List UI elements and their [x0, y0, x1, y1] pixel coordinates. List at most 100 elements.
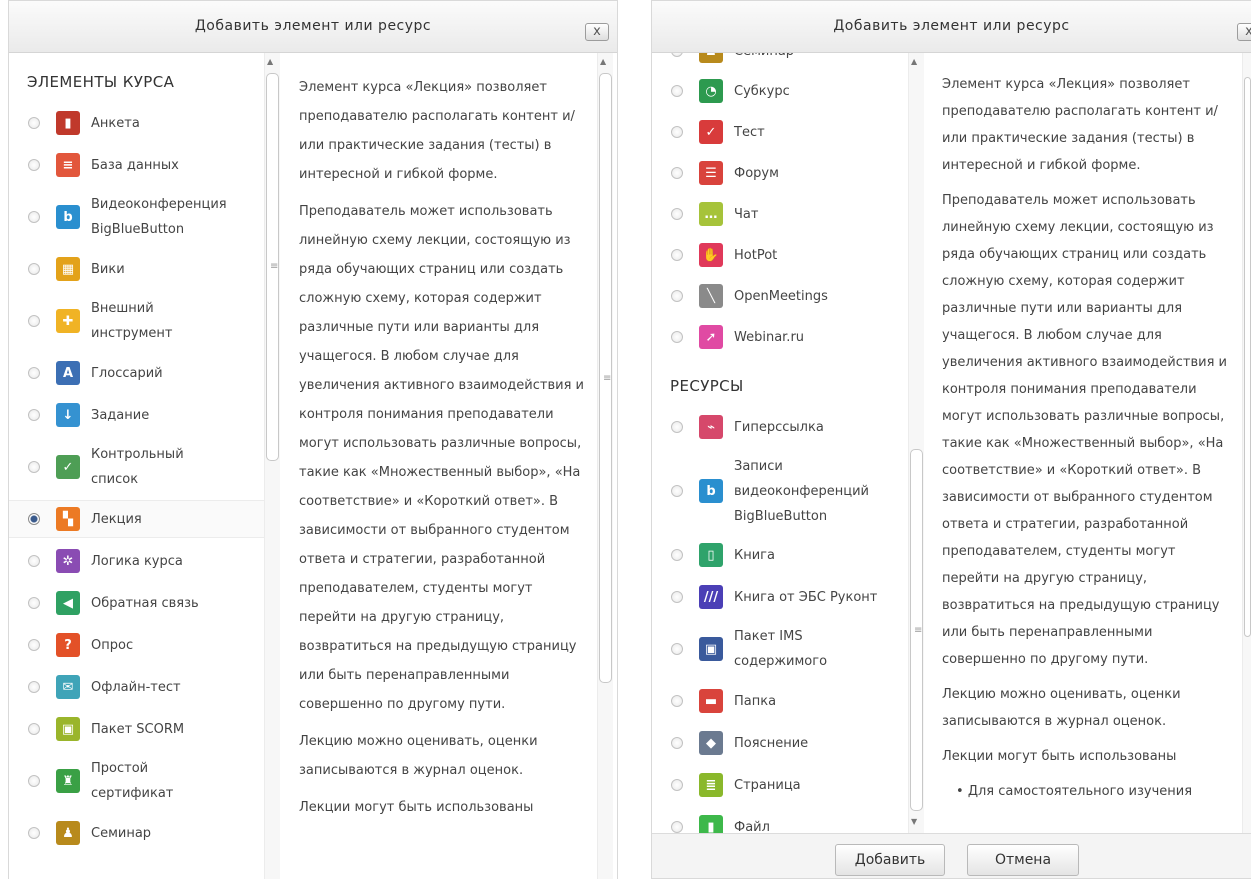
- description-scrollbar[interactable]: [1242, 53, 1251, 833]
- option-radio[interactable]: [671, 53, 683, 57]
- option-radio[interactable]: [28, 211, 40, 223]
- option-radio[interactable]: [28, 827, 40, 839]
- option-radio[interactable]: [671, 331, 683, 343]
- option-radio[interactable]: [28, 367, 40, 379]
- scroll-up-arrow[interactable]: ▲: [911, 57, 917, 66]
- chart-icon: ▮: [56, 111, 80, 135]
- option-radio[interactable]: [671, 290, 683, 302]
- option-item[interactable]: ▦ Вики: [9, 251, 264, 287]
- option-item[interactable]: ▮ Анкета: [9, 105, 264, 141]
- option-item[interactable]: ✓ Контрольный список: [9, 439, 264, 495]
- option-item[interactable]: ⌁ Гиперссылка: [652, 409, 907, 445]
- add-activity-dialog-left: Добавить элемент или ресурс x ЭЛЕМЕНТЫ К…: [8, 0, 618, 879]
- dialog-header: Добавить элемент или ресурс x: [9, 1, 617, 53]
- option-item[interactable]: A Глоссарий: [9, 355, 264, 391]
- option-label: Задание: [91, 407, 150, 423]
- options-scrollbar[interactable]: ▲ ≡: [264, 53, 280, 879]
- option-item[interactable]: ☰ Форум: [652, 155, 907, 191]
- add-button[interactable]: Добавить: [835, 844, 945, 876]
- close-button[interactable]: x: [585, 23, 609, 41]
- option-item[interactable]: ✲ Логика курса: [9, 543, 264, 579]
- option-radio[interactable]: [671, 549, 683, 561]
- puzzle-icon: ✚: [56, 309, 80, 333]
- option-item[interactable]: ♜ Простой сертификат: [9, 753, 264, 809]
- description-scroll-thumb[interactable]: ≡: [599, 73, 612, 683]
- scroll-up-arrow[interactable]: ▲: [600, 57, 606, 66]
- glossary-icon: A: [56, 361, 80, 385]
- option-radio[interactable]: [28, 555, 40, 567]
- dialog-title: Добавить элемент или ресурс: [194, 18, 432, 34]
- option-radio[interactable]: [671, 591, 683, 603]
- ims-icon: ▣: [699, 637, 723, 661]
- option-item[interactable]: ↓ Задание: [9, 397, 264, 433]
- option-item[interactable]: ◆ Пояснение: [652, 725, 907, 761]
- option-item[interactable]: b Записи видеоконференций BigBlueButton: [652, 451, 907, 531]
- option-radio[interactable]: [671, 85, 683, 97]
- option-item[interactable]: ╲ OpenMeetings: [652, 278, 907, 314]
- option-item[interactable]: ▯ Книга: [652, 537, 907, 573]
- option-item[interactable]: … Чат: [652, 196, 907, 232]
- description-paragraph: Элемент курса «Лекция» позволяет препода…: [942, 77, 1218, 173]
- description-scrollbar[interactable]: ▲ ≡: [597, 53, 613, 879]
- option-item-partial[interactable]: ♟ Семинар: [652, 53, 907, 63]
- section-title-activities: ЭЛЕМЕНТЫ КУРСА: [27, 73, 175, 91]
- option-radio[interactable]: [28, 409, 40, 421]
- option-radio[interactable]: [671, 485, 683, 497]
- option-radio[interactable]: [28, 263, 40, 275]
- scroll-up-arrow[interactable]: ▲: [267, 57, 273, 66]
- option-radio[interactable]: [28, 723, 40, 735]
- option-radio[interactable]: [28, 597, 40, 609]
- recordings-icon: b: [699, 479, 723, 503]
- option-label: Офлайн-тест: [91, 679, 181, 695]
- option-label: Опрос: [91, 637, 134, 653]
- option-item[interactable]: ➚ Webinar.ru: [652, 319, 907, 355]
- option-radio[interactable]: [671, 695, 683, 707]
- option-item[interactable]: ◀ Обратная связь: [9, 585, 264, 621]
- description-scroll-thumb[interactable]: [1244, 77, 1251, 637]
- option-item[interactable]: ♟ Семинар: [9, 815, 264, 851]
- option-radio[interactable]: [28, 461, 40, 473]
- options-scrollbar[interactable]: ▲ ≡ ▼: [908, 53, 924, 833]
- option-radio[interactable]: [28, 117, 40, 129]
- option-item[interactable]: ≣ Страница: [652, 767, 907, 803]
- option-item[interactable]: ✉ Офлайн-тест: [9, 669, 264, 705]
- option-label: Видеоконференция BigBlueButton: [91, 197, 227, 237]
- option-item[interactable]: ✚ Внешний инструмент: [9, 293, 264, 349]
- option-radio[interactable]: [671, 167, 683, 179]
- option-radio[interactable]: [28, 775, 40, 787]
- option-radio[interactable]: [671, 249, 683, 261]
- description-paragraph: Лекции могут быть использованы: [942, 749, 1177, 764]
- option-radio[interactable]: [28, 513, 40, 525]
- scroll-down-arrow[interactable]: ▼: [911, 817, 917, 826]
- option-radio[interactable]: [28, 639, 40, 651]
- cancel-button[interactable]: Отмена: [967, 844, 1079, 876]
- options-scroll-thumb[interactable]: ≡: [910, 449, 923, 811]
- option-item[interactable]: ? Опрос: [9, 627, 264, 663]
- option-radio[interactable]: [671, 821, 683, 833]
- option-item[interactable]: ✓ Тест: [652, 114, 907, 150]
- option-radio[interactable]: [671, 643, 683, 655]
- option-radio[interactable]: [28, 315, 40, 327]
- option-radio[interactable]: [671, 208, 683, 220]
- option-item[interactable]: ▣ Пакет IMS содержимого: [652, 621, 907, 677]
- option-item[interactable]: ≡ База данных: [9, 147, 264, 183]
- option-item[interactable]: ✋ HotPot: [652, 237, 907, 273]
- option-item[interactable]: /// Книга от ЭБС Руконт: [652, 579, 907, 615]
- option-item[interactable]: b Видеоконференция BigBlueButton: [9, 189, 264, 245]
- option-item[interactable]: ▮ Файл: [652, 809, 907, 833]
- option-item[interactable]: ◔ Субкурс: [652, 73, 907, 109]
- option-radio[interactable]: [671, 737, 683, 749]
- option-radio[interactable]: [28, 159, 40, 171]
- option-radio[interactable]: [671, 779, 683, 791]
- close-button[interactable]: x: [1237, 23, 1251, 41]
- description-paragraph: Преподаватель может использовать линейну…: [942, 193, 1227, 667]
- options-scroll-thumb[interactable]: ≡: [266, 73, 279, 461]
- option-radio[interactable]: [671, 126, 683, 138]
- option-radio[interactable]: [28, 681, 40, 693]
- option-label: Простой сертификат: [91, 761, 174, 801]
- option-radio[interactable]: [671, 421, 683, 433]
- option-item[interactable]: ▚ Лекция: [9, 501, 264, 537]
- option-item[interactable]: ▬ Папка: [652, 683, 907, 719]
- workshop-icon: ♟: [699, 53, 723, 63]
- option-item[interactable]: ▣ Пакет SCORM: [9, 711, 264, 747]
